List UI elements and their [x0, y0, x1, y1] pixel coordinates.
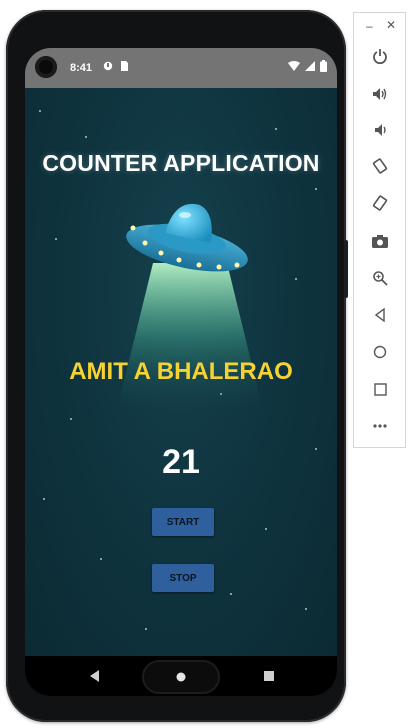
- star: [55, 238, 57, 240]
- recents-icon: [264, 671, 274, 681]
- wifi-icon: [288, 61, 300, 71]
- navigation-bar: [25, 656, 337, 696]
- author-name: AMIT A BHALERAO: [69, 358, 293, 385]
- power-side-button: [344, 240, 348, 298]
- nav-recents-button[interactable]: [257, 656, 281, 696]
- counter-value: 21: [162, 443, 200, 481]
- rotate-left-icon: [372, 158, 388, 174]
- zoom-button[interactable]: [367, 265, 393, 291]
- sd-card-icon: [121, 61, 128, 71]
- volume-up-icon: [373, 88, 387, 100]
- toolbar-window-controls: – ✕: [354, 17, 405, 35]
- app-title: COUNTER APPLICATION: [42, 150, 320, 176]
- zoom-icon: [373, 271, 388, 286]
- volume-down-button[interactable]: [367, 117, 393, 143]
- nav-home-button[interactable]: [142, 660, 220, 694]
- rotate-right-icon: [372, 195, 388, 211]
- status-left-icons: [103, 60, 129, 72]
- home-icon: [176, 672, 186, 682]
- star: [100, 558, 102, 560]
- device-screen: 8:41 COUNTER APPLICATION AMIT A BHALERAO…: [25, 48, 337, 696]
- rotate-right-button[interactable]: [367, 190, 393, 216]
- stop-button[interactable]: STOP: [152, 564, 214, 592]
- overview-icon: [373, 382, 387, 396]
- nav-back-button[interactable]: [83, 656, 107, 696]
- star: [315, 188, 317, 190]
- app-content: COUNTER APPLICATION AMIT A BHALERAO 21 S…: [25, 88, 337, 656]
- start-button[interactable]: START: [152, 508, 214, 536]
- minimize-icon[interactable]: –: [366, 19, 373, 33]
- home-icon: [373, 345, 387, 359]
- close-icon[interactable]: ✕: [386, 18, 396, 32]
- star: [39, 110, 41, 112]
- star: [70, 418, 72, 420]
- more-options-button[interactable]: [367, 413, 393, 439]
- power-button[interactable]: [367, 43, 393, 69]
- cell-signal-icon: [305, 61, 315, 71]
- back-icon: [90, 670, 99, 682]
- rotate-left-button[interactable]: [367, 153, 393, 179]
- volume-down-icon: [375, 124, 386, 136]
- star: [305, 608, 307, 610]
- ufo-icon: [115, 203, 265, 418]
- back-icon: [374, 308, 385, 322]
- star: [230, 593, 232, 595]
- status-right-icons: [288, 60, 327, 72]
- status-bar: 8:41: [25, 48, 337, 88]
- star: [85, 136, 87, 138]
- star: [275, 128, 277, 130]
- star: [43, 498, 45, 500]
- star: [265, 528, 267, 530]
- power-icon: [373, 49, 387, 64]
- battery-icon: [320, 60, 327, 72]
- emulator-back-button[interactable]: [367, 302, 393, 328]
- notification-icon: [103, 61, 113, 71]
- emulator-toolbar: – ✕: [353, 12, 406, 448]
- front-camera-icon: [35, 56, 57, 78]
- volume-up-button[interactable]: [367, 81, 393, 107]
- status-time: 8:41: [70, 62, 93, 74]
- star: [295, 278, 297, 280]
- phone-frame: 8:41 COUNTER APPLICATION AMIT A BHALERAO…: [6, 10, 348, 722]
- camera-icon: [372, 235, 388, 248]
- emulator-overview-button[interactable]: [367, 376, 393, 402]
- emulator-home-button[interactable]: [367, 339, 393, 365]
- more-icon: [373, 424, 387, 428]
- screenshot-button[interactable]: [367, 228, 393, 254]
- star: [145, 628, 147, 630]
